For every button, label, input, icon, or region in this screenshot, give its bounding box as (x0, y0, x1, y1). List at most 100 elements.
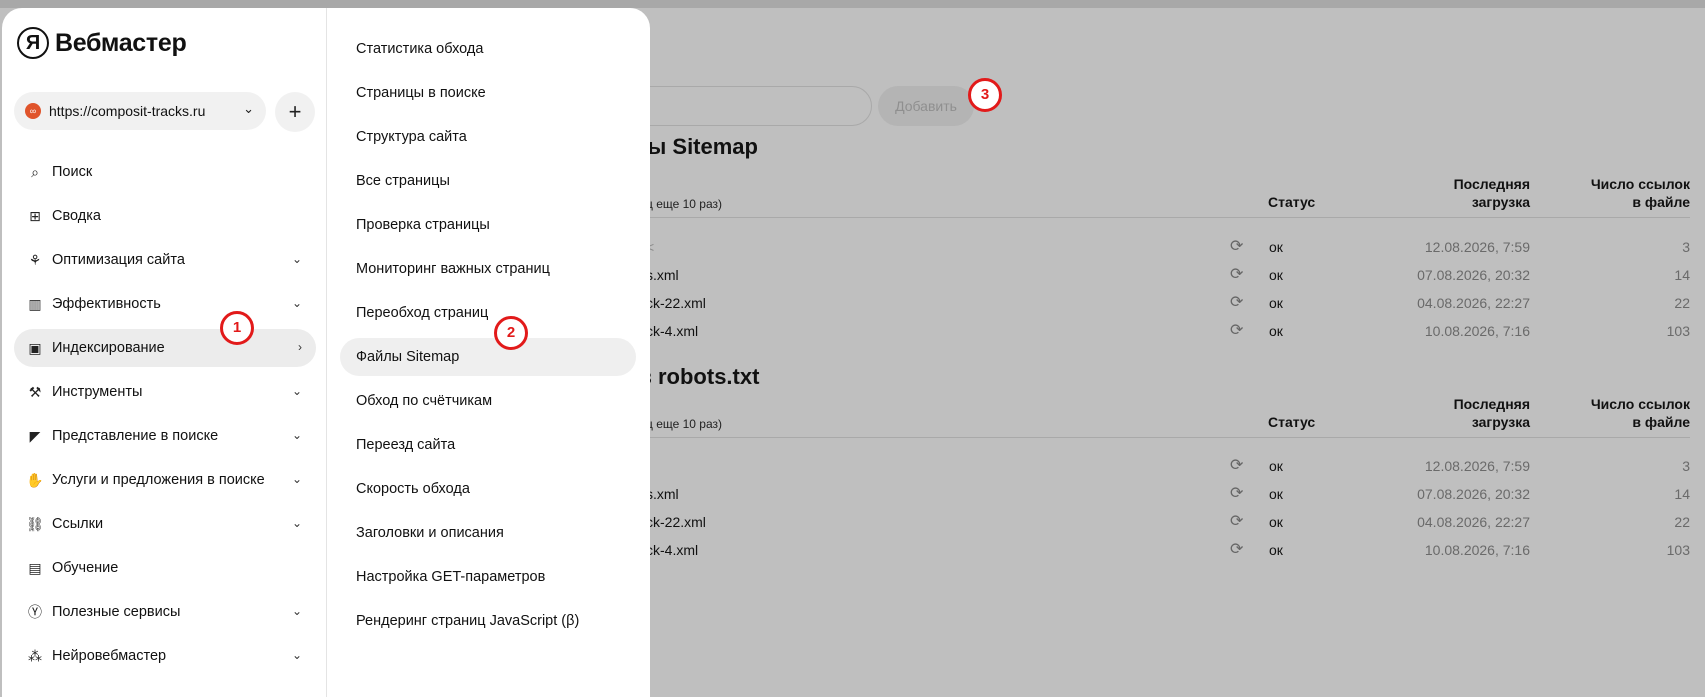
submenu-item-2[interactable]: Страницы в поиске (340, 74, 636, 112)
table-row: ck-22.xml ⟳ ок 04.08.2026, 22:27 22 (560, 508, 1690, 536)
nav-item-4[interactable]: ▥ Эффективность ⌄ (14, 285, 316, 323)
table-row: ck-4.xml ⟳ ок 10.08.2026, 7:16 103 (560, 317, 1690, 345)
chevron-down-icon: ⌄ (291, 648, 302, 662)
chevron-down-icon: ⌄ (291, 516, 302, 530)
link-count: 22 (1674, 514, 1690, 530)
nav-item-5[interactable]: ▣ Индексирование › (14, 329, 316, 367)
last-load-date: 12.08.2026, 7:59 (1424, 458, 1530, 474)
nav-item-7[interactable]: ◤ Представление в поиске ⌄ (14, 417, 316, 455)
add-sitemap-button[interactable]: Добавить (878, 86, 974, 126)
nav-item-label: Ссылки (52, 516, 104, 532)
divider (326, 8, 327, 697)
submenu-item-12[interactable]: Заголовки и описания (340, 514, 636, 552)
chevron-right-icon: › (298, 340, 302, 354)
grid-icon: ⊞ (29, 207, 41, 224)
add-site-button[interactable]: + (275, 92, 315, 132)
nav-item-3[interactable]: ⚘ Оптимизация сайта ⌄ (14, 241, 316, 279)
table-row: ⟳ ок 12.08.2026, 7:59 3 (560, 452, 1690, 480)
file-name[interactable]: s.xml (646, 486, 679, 502)
nav-item-12[interactable]: ⁂ Нейровебмастер ⌄ (14, 637, 316, 675)
logo-text: Вебмастер (55, 28, 187, 57)
link-count: 103 (1666, 323, 1690, 339)
refresh-icon[interactable]: ⟳ (1230, 264, 1243, 284)
last-load-date: 10.08.2026, 7:16 (1424, 323, 1530, 339)
refresh-icon[interactable]: ⟳ (1230, 483, 1243, 503)
file-name[interactable]: ck-4.xml (646, 542, 698, 558)
logo[interactable]: Я Вебмастер (17, 27, 187, 59)
refresh-icon[interactable]: ⟳ (1230, 236, 1243, 256)
chevron-down-icon: ⌄ (291, 384, 302, 398)
table-row: < ⟳ ок 12.08.2026, 7:59 3 (560, 233, 1690, 261)
nav-item-8[interactable]: ✋ Услуги и предложения в поиске ⌄ (14, 461, 316, 499)
submenu-item-11[interactable]: Скорость обхода (340, 470, 636, 508)
nav-item-label: Инструменты (52, 384, 143, 400)
nav-item-9[interactable]: ⛓ Ссылки ⌄ (14, 505, 316, 543)
table-row: s.xml ⟳ ок 07.08.2026, 20:32 14 (560, 261, 1690, 289)
table-row: ck-4.xml ⟳ ок 10.08.2026, 7:16 103 (560, 536, 1690, 564)
navigation-menu: Я Вебмастер ∞ https://composit-tracks.ru… (2, 8, 650, 697)
submenu-item-5[interactable]: Проверка страницы (340, 206, 636, 244)
refresh-icon[interactable]: ⟳ (1230, 320, 1243, 340)
nav-item-label: Эффективность (52, 296, 161, 312)
file-name[interactable]: ck-4.xml (646, 323, 698, 339)
link-count: 14 (1674, 267, 1690, 283)
submenu-item-4[interactable]: Все страницы (340, 162, 636, 200)
col-last-load: Последняя загрузка (1453, 176, 1530, 210)
submenu-item-7[interactable]: Переобход страниц (340, 294, 636, 332)
step-marker-1: 1 (220, 311, 254, 345)
nav-item-2[interactable]: ⊞ Сводка (14, 197, 316, 235)
neuro-icon: ⁂ (28, 647, 42, 664)
last-load-date: 10.08.2026, 7:16 (1424, 542, 1530, 558)
link-count: 103 (1666, 542, 1690, 558)
file-name[interactable]: ck-22.xml (646, 295, 706, 311)
link-icon: ⛓ (26, 515, 44, 532)
note-text: ц еще 10 раз) (646, 197, 723, 211)
nav-item-6[interactable]: ⚒ Инструменты ⌄ (14, 373, 316, 411)
refresh-icon[interactable]: ⟳ (1230, 455, 1243, 475)
refresh-icon[interactable]: ⟳ (1230, 539, 1243, 559)
chevron-down-icon: ⌄ (243, 101, 254, 116)
nav-item-label: Оптимизация сайта (52, 252, 185, 268)
submenu-item-9[interactable]: Обход по счётчикам (340, 382, 636, 420)
nav-item-label: Обучение (52, 560, 119, 576)
status-text: ок (1269, 458, 1283, 474)
wrench-icon: ⚒ (28, 383, 42, 400)
submenu-item-14[interactable]: Рендеринг страниц JavaScript (β) (340, 602, 636, 640)
submenu-item-10[interactable]: Переезд сайта (340, 426, 636, 464)
note-text: ц еще 10 раз) (646, 417, 723, 431)
link-count: 22 (1674, 295, 1690, 311)
hand-icon: ✋ (26, 471, 44, 488)
hierarchy-icon: ⚘ (28, 251, 42, 268)
col-status: Статус (1268, 414, 1316, 430)
file-name[interactable]: ck-22.xml (646, 514, 706, 530)
file-name[interactable]: s.xml (646, 267, 679, 283)
nav-item-10[interactable]: ▤ Обучение (14, 549, 316, 587)
status-text: ок (1269, 295, 1283, 311)
refresh-icon[interactable]: ⟳ (1230, 511, 1243, 531)
megaphone-icon: ◤ (29, 427, 41, 444)
submenu-item-6[interactable]: Мониторинг важных страниц (340, 250, 636, 288)
site-favicon-icon: ∞ (25, 103, 41, 119)
submenu-item-8[interactable]: Файлы Sitemap (340, 338, 636, 376)
last-load-date: 04.08.2026, 22:27 (1417, 295, 1530, 311)
nav-item-label: Представление в поиске (52, 428, 219, 444)
status-text: ок (1269, 542, 1283, 558)
refresh-icon[interactable]: ⟳ (1230, 292, 1243, 312)
submenu-item-3[interactable]: Структура сайта (340, 118, 636, 156)
monitor-icon: ▣ (28, 339, 42, 356)
table-header: ц еще 10 раз) Статус Последняя загрузка … (560, 158, 1690, 218)
chevron-down-icon: ⌄ (291, 252, 302, 266)
submenu-item-1[interactable]: Статистика обхода (340, 30, 636, 68)
col-link-count: Число ссылок в файле (1590, 396, 1690, 430)
search-icon: ⌕ (31, 163, 39, 180)
nav-item-11[interactable]: Ⓨ Полезные сервисы ⌄ (14, 593, 316, 631)
last-load-date: 04.08.2026, 22:27 (1417, 514, 1530, 530)
last-load-date: 07.08.2026, 20:32 (1417, 486, 1530, 502)
site-selector[interactable]: ∞ https://composit-tracks.ru ⌄ (14, 92, 266, 130)
status-text: ок (1269, 486, 1283, 502)
nav-item-label: Индексирование (52, 340, 165, 356)
step-marker-3: 3 (968, 78, 1002, 112)
submenu-item-13[interactable]: Настройка GET-параметров (340, 558, 636, 596)
nav-item-1[interactable]: ⌕ Поиск (14, 153, 316, 191)
link-count: 14 (1674, 486, 1690, 502)
